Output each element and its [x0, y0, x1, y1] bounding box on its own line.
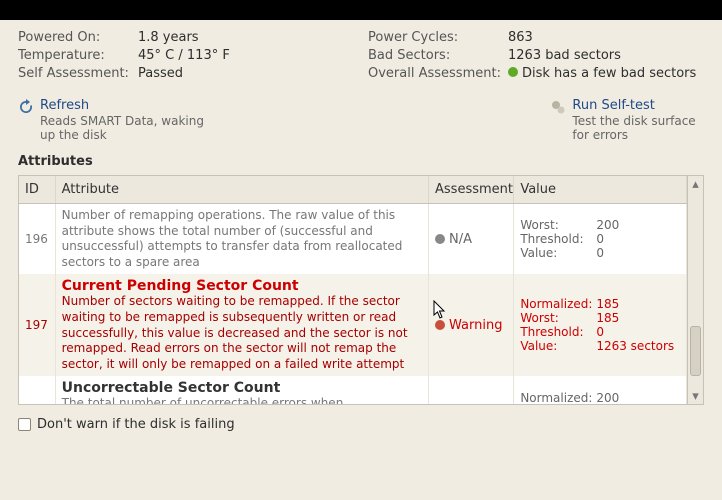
value-cell: Normalized:185 Worst:185 Threshold:0 Val…: [514, 274, 687, 376]
refresh-title: Refresh: [40, 98, 210, 113]
attributes-table-container: ID Attribute Assessment Value 196 Number…: [18, 175, 704, 405]
refresh-button[interactable]: Refresh Reads SMART Data, waking up the …: [18, 98, 210, 142]
bad-sectors-label: Bad Sectors:: [368, 48, 508, 63]
status-dot-icon: [508, 67, 518, 77]
value-cell: Worst:200 Threshold:0 Value:0: [514, 204, 687, 275]
refresh-icon: [18, 99, 34, 115]
scrollbar[interactable]: ▴ ▾: [687, 176, 703, 404]
table-row[interactable]: 198 Uncorrectable Sector Count The total…: [19, 376, 687, 404]
dont-warn-checkbox[interactable]: [18, 418, 31, 431]
temperature-value: 45° C / 113° F: [138, 48, 230, 63]
scroll-thumb[interactable]: [690, 326, 701, 376]
selftest-subtitle: Test the disk surface for errors: [572, 114, 704, 142]
col-header-attribute[interactable]: Attribute: [55, 176, 428, 204]
self-assessment-label: Self Assessment:: [18, 66, 138, 81]
attr-id: 197: [19, 274, 55, 376]
attr-id: 198: [19, 376, 55, 404]
scroll-up-icon[interactable]: ▴: [688, 176, 703, 192]
overall-assessment-value: Disk has a few bad sectors: [508, 66, 696, 81]
gears-icon: [550, 99, 566, 115]
attr-title: Current Pending Sector Count: [62, 278, 422, 294]
assessment-cell: Warning: [435, 318, 507, 333]
bad-sectors-value: 1263 bad sectors: [508, 48, 621, 63]
self-assessment-value: Passed: [138, 66, 183, 81]
scroll-down-icon[interactable]: ▾: [688, 388, 703, 404]
attributes-table: ID Attribute Assessment Value 196 Number…: [19, 176, 687, 404]
temperature-label: Temperature:: [18, 48, 138, 63]
value-cell: Normalized:200 Worst:200 Threshold:0: [514, 376, 687, 404]
overall-assessment-label: Overall Assessment:: [368, 66, 508, 81]
col-header-assessment[interactable]: Assessment: [429, 176, 514, 204]
run-selftest-button[interactable]: Run Self-test Test the disk surface for …: [550, 98, 704, 142]
attr-description: The total number of uncorrectable errors…: [62, 396, 422, 404]
refresh-subtitle: Reads SMART Data, waking up the disk: [40, 114, 210, 142]
disk-info-grid: Powered On: 1.8 years Power Cycles: 863 …: [0, 20, 722, 92]
attr-title: Uncorrectable Sector Count: [62, 380, 422, 396]
window-titlebar: [0, 0, 722, 20]
status-dot-icon: [435, 234, 445, 244]
attr-id: 196: [19, 204, 55, 275]
power-cycles-value: 863: [508, 30, 533, 45]
power-cycles-label: Power Cycles:: [368, 30, 508, 45]
table-row[interactable]: 196 Number of remapping operations. The …: [19, 204, 687, 275]
col-header-id[interactable]: ID: [19, 176, 55, 204]
assessment-cell: N/A: [435, 232, 507, 247]
selftest-title: Run Self-test: [572, 98, 704, 113]
powered-on-value: 1.8 years: [138, 30, 199, 45]
warning-dot-icon: [435, 320, 445, 330]
attr-description: Number of remapping operations. The raw …: [62, 208, 422, 270]
attributes-heading: Attributes: [0, 152, 722, 175]
col-header-value[interactable]: Value: [514, 176, 687, 204]
dont-warn-label[interactable]: Don't warn if the disk is failing: [37, 417, 235, 432]
attr-description: Number of sectors waiting to be remapped…: [62, 294, 422, 372]
powered-on-label: Powered On:: [18, 30, 138, 45]
table-row[interactable]: 197 Current Pending Sector Count Number …: [19, 274, 687, 376]
